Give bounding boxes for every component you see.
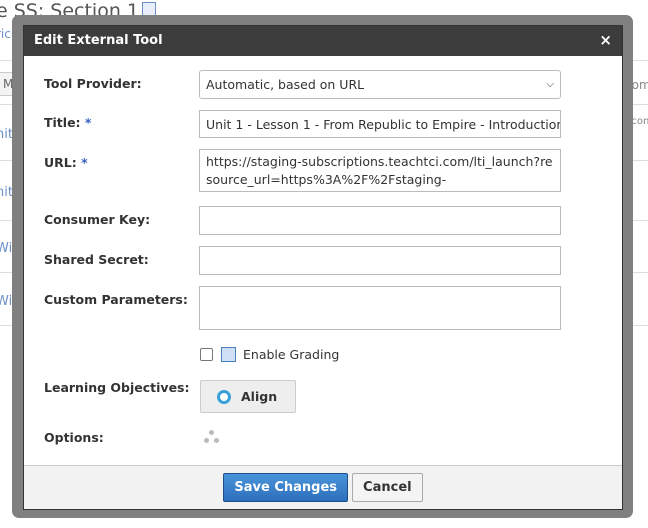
tool-provider-label: Tool Provider: — [44, 76, 142, 91]
consumer-key-label: Consumer Key: — [44, 212, 151, 227]
shared-secret-label: Shared Secret: — [44, 252, 149, 267]
enable-grading-label[interactable]: Enable Grading — [243, 347, 339, 362]
title-label: Title: * — [44, 115, 92, 130]
title-input[interactable]: Unit 1 - Lesson 1 - From Republic to Emp… — [199, 110, 561, 138]
selected-value: Automatic, based on URL — [206, 76, 365, 92]
target-icon — [217, 389, 231, 404]
dialog-header: Edit External Tool × — [24, 26, 622, 56]
tool-provider-select[interactable]: Automatic, based on URL ⌵ — [199, 70, 561, 99]
enable-grading-checkbox[interactable] — [200, 348, 213, 361]
dialog-footer: Save Changes Cancel — [24, 465, 622, 509]
cancel-button[interactable]: Cancel — [352, 473, 423, 502]
learning-objectives-label: Learning Objectives: — [44, 380, 190, 395]
edit-external-tool-dialog: Edit External Tool × Tool Provider: Auto… — [23, 25, 623, 510]
dialog-title: Edit External Tool — [34, 33, 163, 48]
list-item[interactable]: nit — [0, 185, 13, 200]
list-item[interactable]: nit — [0, 127, 13, 142]
align-button[interactable]: Align — [200, 380, 296, 413]
shared-secret-input[interactable] — [199, 246, 561, 275]
align-label: Align — [241, 389, 278, 404]
chevron-down-icon: ⌵ — [546, 78, 554, 90]
custom-parameters-label: Custom Parameters: — [44, 292, 188, 307]
save-changes-button[interactable]: Save Changes — [223, 473, 349, 502]
consumer-key-input[interactable] — [199, 206, 561, 235]
url-input[interactable]: https://staging-subscriptions.teachtci.c… — [199, 149, 561, 192]
loading-spinner-icon — [204, 430, 220, 446]
gradebook-icon — [221, 347, 236, 362]
url-label: URL: * — [44, 155, 88, 170]
options-label: Options: — [44, 430, 104, 445]
close-icon[interactable]: × — [599, 31, 612, 49]
custom-parameters-textarea[interactable] — [199, 286, 561, 330]
